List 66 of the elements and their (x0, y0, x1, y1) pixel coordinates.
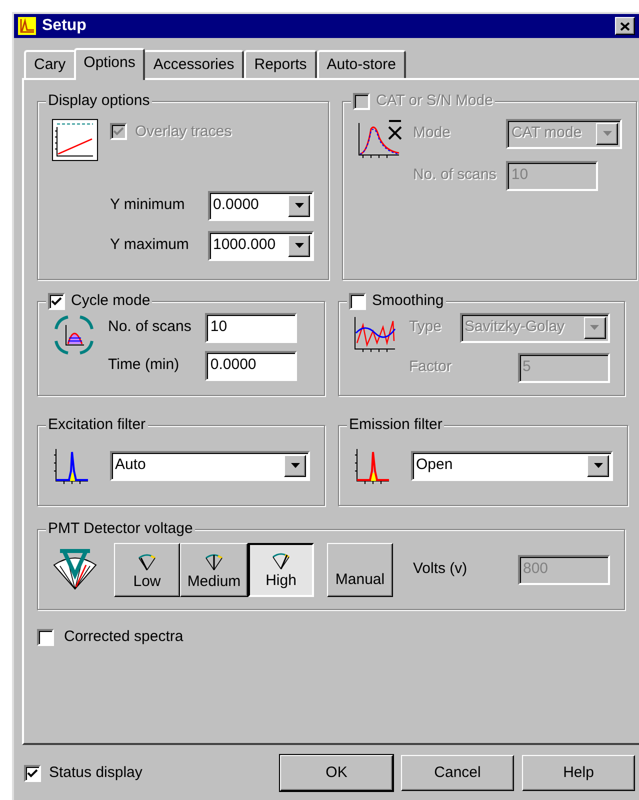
field-label: Y minimum (110, 195, 186, 216)
app-icon (18, 17, 36, 35)
field-label: No. of scans (108, 317, 192, 338)
group-title: Smoothing (372, 291, 444, 311)
dropdown-field[interactable]: Open (411, 450, 613, 480)
checkbox-label: Corrected spectra (64, 627, 184, 647)
field-label: Type (409, 317, 443, 338)
group-title: PMT Detector voltage (48, 519, 193, 539)
checkbox-label: Status display (49, 762, 142, 783)
down-caret-icon (594, 463, 602, 468)
gauge-needle-icon (137, 553, 157, 571)
voltage-preset-button[interactable]: Low (114, 542, 180, 596)
dropdown-arrow-button[interactable] (587, 454, 609, 476)
input-field[interactable]: 10 (205, 312, 298, 342)
close-button[interactable] (615, 17, 635, 35)
gauge-needle-icon (271, 552, 291, 570)
group-title: Emission filter (349, 415, 442, 435)
checkmark-icon (113, 126, 124, 138)
peak-mean-chart-icon (357, 118, 403, 158)
window-title: Setup (42, 16, 88, 36)
close-icon (620, 22, 630, 30)
dialog-button[interactable]: OK (280, 755, 393, 791)
group-title: CAT or S/N Mode (376, 91, 493, 111)
dropdown-arrow-button[interactable] (596, 122, 618, 144)
field-label: Mode (413, 123, 452, 144)
down-caret-icon (294, 243, 304, 248)
checkbox[interactable] (24, 764, 41, 782)
checkmark-icon (27, 768, 38, 778)
dropdown-field[interactable]: 1000.000 (208, 230, 314, 260)
group-title: Display options (48, 91, 150, 111)
dialog-button[interactable]: Help (522, 755, 635, 791)
dropdown-field[interactable]: Auto (110, 450, 310, 480)
dropdown-arrow-button[interactable] (284, 454, 306, 476)
chart-screen-icon (52, 118, 98, 160)
field-label: No. of scans (413, 165, 496, 186)
down-caret-icon (290, 463, 300, 468)
dropdown-field[interactable]: 0.0000 (208, 190, 314, 220)
gauge-needle-icon (204, 553, 224, 571)
checkbox[interactable] (37, 628, 54, 646)
tab[interactable]: Cary (24, 50, 76, 78)
down-caret-icon (590, 325, 600, 330)
down-caret-icon (294, 203, 304, 208)
field-label: Y maximum (110, 235, 190, 256)
tab[interactable]: Options (74, 48, 146, 80)
dropdown-arrow-button[interactable] (288, 234, 310, 256)
manual-button[interactable]: Manual (327, 542, 393, 596)
voltage-preset-button[interactable]: High (248, 542, 314, 596)
group-title: Cycle mode (71, 291, 150, 311)
input-field[interactable]: 0.0000 (205, 350, 298, 380)
tab[interactable]: Auto-store (316, 50, 406, 78)
tab[interactable]: Accessories (143, 50, 244, 78)
field-label: Volts (v) (413, 560, 468, 578)
voltage-gauge-icon (52, 548, 98, 590)
voltage-preset-button[interactable]: Medium (180, 542, 248, 596)
down-caret-icon (602, 131, 612, 136)
checkbox[interactable] (48, 292, 65, 310)
cycle-arrows-icon (52, 312, 96, 356)
tab[interactable]: Reports (244, 50, 317, 78)
group-title: Excitation filter (48, 415, 146, 435)
checkbox-label: Overlay traces (135, 122, 232, 142)
dropdown-arrow-button[interactable] (288, 194, 310, 216)
field-label: Time (min) (108, 355, 180, 376)
checkmark-icon (51, 296, 62, 307)
field-label: Factor (409, 357, 452, 378)
checkbox[interactable] (349, 292, 366, 310)
dialog-button[interactable]: Cancel (401, 755, 514, 791)
